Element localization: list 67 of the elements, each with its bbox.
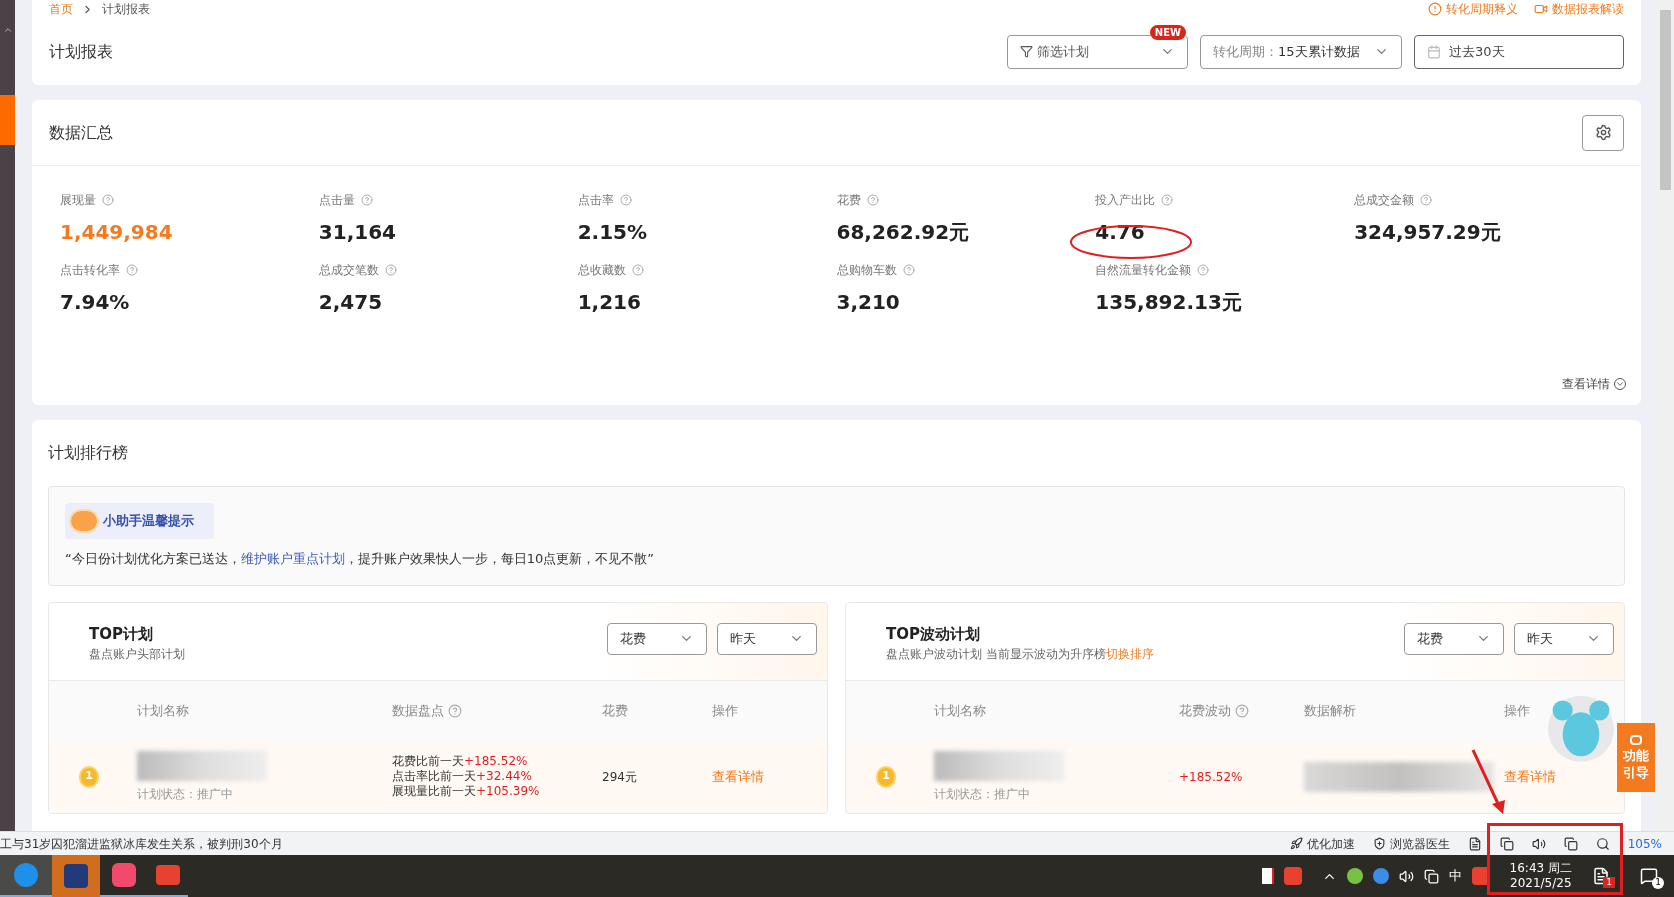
panel-title: TOP计划: [89, 623, 154, 645]
column-header: 操作: [712, 701, 738, 720]
metric-label: 总成交金额: [1354, 192, 1415, 209]
panel-subtitle: 盘点账户波动计划 当前显示波动为升序榜切换排序: [886, 646, 1154, 663]
rank-medal: 1: [79, 765, 99, 788]
comparison-text: 展现量比前一天+105.39%: [392, 784, 540, 799]
metric-select[interactable]: 花费: [1404, 622, 1504, 655]
panel-title: TOP波动计划: [886, 623, 981, 645]
metric-value: 1,216: [577, 289, 641, 316]
key-plan-link[interactable]: 维护账户重点计划: [240, 551, 345, 566]
column-header: 花费: [602, 701, 628, 720]
zoom-level[interactable]: 105%: [1627, 834, 1662, 853]
page-title: 计划报表: [49, 40, 113, 63]
metric-value: 1,449,984: [60, 219, 173, 246]
tip-title: 小助手温馨提示: [103, 512, 194, 531]
metric-value: 135,892.13元: [1095, 289, 1242, 316]
comparison-text: 点击率比前一天+32.44%: [392, 769, 533, 784]
news-ticker[interactable]: 工与31岁囚犯溜进监狱冰库发生关系，被判刑30个月: [0, 834, 283, 853]
metric-label: 总成交笔数: [318, 262, 379, 279]
date-range-field[interactable]: 过去30天: [1414, 34, 1624, 69]
metric-label: 点击量: [318, 192, 355, 209]
day-select[interactable]: 昨天: [717, 622, 817, 655]
notification-badge: 1: [1603, 877, 1615, 888]
metric-label: 总购物车数: [836, 262, 897, 279]
clock[interactable]: 16:43 周二 2021/5/25: [1499, 861, 1582, 891]
action-center-badge: 1: [1652, 877, 1664, 889]
view-details-link[interactable]: 查看详情: [1562, 375, 1626, 393]
new-badge: NEW: [1149, 24, 1186, 40]
section-title: 计划排行榜: [48, 442, 128, 464]
metric-value: 2,475: [318, 289, 383, 316]
select-value: 15天累计数据: [1278, 42, 1360, 61]
metric-label: 点击率: [577, 192, 614, 209]
day-select[interactable]: 昨天: [1514, 622, 1614, 655]
select-label: 转化周期：: [1213, 42, 1278, 61]
metric-value: 324,957.29元: [1354, 219, 1501, 246]
metric-value: 31,164: [318, 219, 396, 246]
plan-status: 计划状态：推广中: [137, 785, 234, 803]
metric-label: 投入产出比: [1095, 192, 1156, 209]
optimize-speed-button[interactable]: 优化加速: [1289, 834, 1355, 853]
rank-medal: 1: [876, 765, 896, 788]
column-header: 花费波动: [1179, 701, 1231, 720]
metric-select[interactable]: 花费: [607, 622, 707, 655]
cost-value: 294元: [602, 768, 637, 786]
change-value: +185.52%: [1179, 768, 1243, 786]
column-header: 数据解析: [1304, 701, 1356, 720]
metric-value: 3,210: [836, 289, 900, 316]
metric-label: 花费: [836, 192, 861, 209]
metric-value: 68,262.92元: [836, 219, 970, 246]
section-title: 数据汇总: [49, 121, 113, 144]
metric-label: 总收藏数: [577, 262, 626, 279]
plan-status: 计划状态：推广中: [934, 785, 1031, 803]
comparison-text: 花费比前一天+185.52%: [392, 754, 529, 769]
column-header: 数据盘点: [392, 701, 444, 720]
breadcrumb-link[interactable]: 计划报表: [102, 0, 150, 18]
column-header: 计划名称: [137, 701, 189, 720]
column-header: 计划名称: [934, 701, 986, 720]
conversion-period-select[interactable]: 转化周期：15天累计数据: [1200, 34, 1402, 69]
browser-doctor-button[interactable]: 浏览器医生: [1372, 834, 1450, 853]
metric-label: 点击转化率: [60, 262, 120, 279]
metric-value: 7.94%: [60, 289, 130, 316]
column-header: 操作: [1504, 701, 1530, 720]
metric-label: 自然流量转化金额: [1095, 262, 1192, 279]
ime-indicator[interactable]: 中: [1448, 866, 1462, 886]
tip-text: “今日份计划优化方案已送达，维护账户重点计划，提升账户效果快人一步，每日10点更新，不见不散”: [65, 550, 656, 568]
panel-subtitle: 盘点账户头部计划: [89, 646, 185, 663]
metric-value: 2.15%: [577, 219, 648, 246]
metric-label: 展现量: [60, 192, 96, 209]
